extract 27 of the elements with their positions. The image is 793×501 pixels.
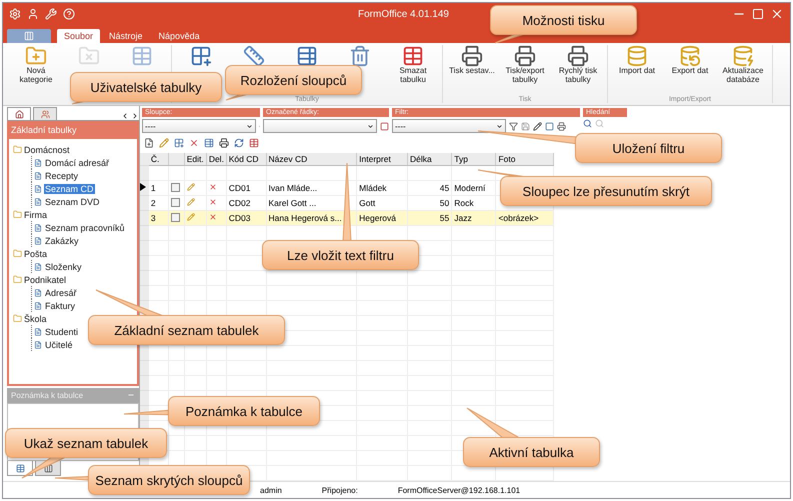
category-label: Pošta	[24, 248, 48, 258]
table-cell: Hegerová	[356, 210, 408, 226]
status-text: Připojeno:	[322, 486, 358, 494]
callout: Aktivní tabulka	[463, 437, 600, 467]
table-cell: 3	[148, 210, 169, 226]
callout: Seznam skrytých sloupců	[88, 465, 250, 495]
callout: Sloupec lze přesunutím skrýt	[500, 176, 712, 206]
table-cell: CD03	[226, 210, 266, 226]
status-text: FormOfficeServer@192.168.1.101	[398, 486, 520, 494]
callout: Ukaž seznam tabulek	[5, 428, 167, 458]
window-title: FormOffice 4.01.149	[357, 8, 450, 20]
callout: Základní seznam tabulek	[88, 315, 285, 345]
category-label: Podnikatel	[24, 274, 66, 284]
category-label: Domácnost	[24, 144, 70, 154]
category-label: Firma	[24, 210, 47, 220]
table-cell: <obrázek>	[496, 210, 554, 226]
callout: Lze vložit text filtru	[262, 240, 419, 270]
status-text: admin	[260, 486, 282, 494]
table-cell: 55	[408, 210, 452, 226]
table-cell: Jazz	[452, 210, 496, 226]
note-title: Poznámka k tabulce	[11, 391, 84, 400]
callout: Uložení filtru	[575, 133, 722, 163]
category-label: Škola	[24, 314, 47, 324]
callout: Uživatelské tabulky	[70, 72, 222, 102]
panel-header: Základní tabulky	[7, 121, 139, 139]
callout: Poznámka k tabulce	[168, 396, 320, 426]
callout: Rozložení sloupců	[225, 65, 362, 95]
